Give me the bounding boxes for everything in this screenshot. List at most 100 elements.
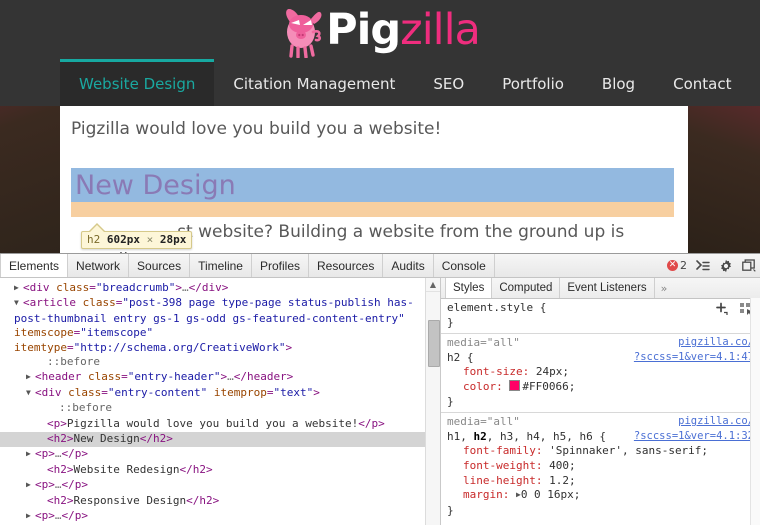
rule-origin-line[interactable]: ?sccss=1&ver=4.1:32 <box>634 430 754 443</box>
heading-new-design: New Design <box>75 172 236 199</box>
dom-tree[interactable]: ▶<div class="breadcrumb">…</div>▼<articl… <box>0 278 440 525</box>
tab-label: Audits <box>391 259 424 273</box>
collapsed-triangle-icon[interactable]: ▶ <box>14 281 23 295</box>
styles-tab-event-listeners[interactable]: Event Listeners <box>560 278 654 298</box>
dom-node-line[interactable]: <h2>Responsive Design</h2> <box>0 494 440 509</box>
dom-token: "entry-content" <box>108 386 207 399</box>
styles-tab-computed[interactable]: Computed <box>492 278 560 298</box>
nav-item-contact[interactable]: Contact <box>654 62 750 106</box>
tooltip-width: 602px <box>107 233 140 246</box>
nav-label: Blog <box>602 75 635 93</box>
property-value[interactable]: 0 0 16px; <box>521 488 581 501</box>
tab-resources[interactable]: Resources <box>309 254 383 277</box>
property-value[interactable]: 'Spinnaker', sans-serif; <box>549 444 708 457</box>
style-property[interactable]: margin: ▶0 0 16px; <box>447 488 754 504</box>
property-value[interactable]: #FF0066; <box>522 380 575 393</box>
dom-node-line[interactable]: <h2>Website Redesign</h2> <box>0 463 440 478</box>
style-rule[interactable]: element.style {} <box>441 299 760 333</box>
dock-window-icon[interactable] <box>742 259 756 272</box>
tab-audits[interactable]: Audits <box>383 254 433 277</box>
dom-token: "entry-header" <box>128 370 221 383</box>
tab-sources[interactable]: Sources <box>129 254 190 277</box>
dom-node-line[interactable]: ▶<p>…</p> <box>0 478 440 493</box>
collapsed-triangle-icon[interactable]: ▶ <box>26 478 35 492</box>
tab-timeline[interactable]: Timeline <box>190 254 252 277</box>
tab-elements[interactable]: Elements <box>0 254 68 277</box>
site-logo[interactable]: Pigzilla <box>0 4 760 60</box>
style-property[interactable]: font-family: 'Spinnaker', sans-serif; <box>447 444 754 459</box>
dom-tree-scrollbar[interactable]: ▲ <box>425 278 440 525</box>
style-property[interactable]: font-size: 24px; <box>447 365 754 380</box>
nav-item-blog[interactable]: Blog <box>583 62 654 106</box>
rule-selector[interactable]: element.style { <box>447 301 546 316</box>
tab-network[interactable]: Network <box>68 254 129 277</box>
nav-label: Website Design <box>79 75 195 93</box>
dom-token: = <box>121 370 128 383</box>
tab-console[interactable]: Console <box>434 254 495 277</box>
nav-label: Contact <box>673 75 731 93</box>
devtools-toolbar: Elements Network Sources Timeline Profil… <box>0 254 760 278</box>
dom-node-line[interactable]: ::before <box>0 355 440 370</box>
dom-token: <p> <box>47 417 67 430</box>
site-header: Pigzilla Website Design Citation Managem… <box>0 0 760 106</box>
nav-item-website-design[interactable]: Website Design <box>60 59 214 106</box>
style-property[interactable]: font-weight: 400; <box>447 459 754 474</box>
error-count-badge[interactable]: ✕ 2 <box>667 259 687 272</box>
intro-paragraph: Pigzilla would love you build you a webs… <box>71 116 674 142</box>
scroll-up-arrow[interactable]: ▲ <box>426 278 440 292</box>
dom-token: Responsive Design <box>74 494 187 507</box>
style-rule[interactable]: media="all"pigzilla.co/h2 {?sccss=1&ver=… <box>441 333 760 412</box>
collapsed-triangle-icon[interactable]: ▶ <box>26 447 35 461</box>
dom-node-line[interactable]: ▶<p>…</p> <box>0 509 440 524</box>
nav-label: Citation Management <box>233 75 395 93</box>
property-value[interactable]: 400; <box>549 459 576 472</box>
collapsed-triangle-icon[interactable]: ▶ <box>26 370 35 384</box>
styles-tab-strip: Styles Computed Event Listeners » <box>441 278 760 299</box>
property-name: font-size: <box>463 365 529 378</box>
rule-selector[interactable]: h1, h2, h3, h4, h5, h6 { <box>447 430 606 445</box>
nav-label: SEO <box>433 75 464 93</box>
property-value[interactable]: 1.2; <box>549 474 576 487</box>
dom-token: > <box>175 281 182 294</box>
dom-token: … <box>182 281 189 294</box>
styles-scrollbar[interactable] <box>750 298 760 525</box>
rule-selector[interactable]: h2 { <box>447 351 474 366</box>
nav-item-citation-management[interactable]: Citation Management <box>214 62 414 106</box>
styles-tab-styles[interactable]: Styles <box>445 278 492 298</box>
dom-token: = <box>89 281 96 294</box>
expand-shorthand-icon[interactable]: ▶ <box>516 488 521 503</box>
styles-tabs-overflow[interactable]: » <box>655 278 674 298</box>
dom-node-line[interactable]: ::before <box>0 401 440 416</box>
dom-node-line[interactable]: ▶<div class="breadcrumb">…</div> <box>0 281 440 296</box>
style-property[interactable]: color: #FF0066; <box>447 380 754 395</box>
rule-origin-link[interactable]: pigzilla.co/ <box>678 336 754 349</box>
rule-origin-line[interactable]: ?sccss=1&ver=4.1:47 <box>634 351 754 364</box>
tab-profiles[interactable]: Profiles <box>252 254 309 277</box>
expanded-triangle-icon[interactable]: ▼ <box>14 296 23 310</box>
dom-node-line[interactable]: ▶<header class="entry-header">…</header> <box>0 370 440 385</box>
console-drawer-icon[interactable] <box>696 260 710 272</box>
color-swatch[interactable] <box>509 380 520 391</box>
dom-token: Pigzilla would love you build you a webs… <box>67 417 358 430</box>
highlight-content-box: New Design <box>71 168 674 202</box>
dom-node-line[interactable]: <p>Pigzilla would love you build you a w… <box>0 417 440 432</box>
gear-icon[interactable] <box>719 259 733 273</box>
expanded-triangle-icon[interactable]: ▼ <box>26 386 35 400</box>
rule-origin-link[interactable]: pigzilla.co/ <box>678 415 754 428</box>
property-value[interactable]: 24px; <box>536 365 569 378</box>
styles-rules-list[interactable]: element.style {}media="all"pigzilla.co/h… <box>441 299 760 521</box>
collapsed-triangle-icon[interactable]: ▶ <box>26 509 35 523</box>
dom-node-line[interactable]: ▼<article class="post-398 page type-page… <box>0 296 440 355</box>
dom-token: New Design <box>74 432 140 445</box>
scrollbar-thumb[interactable] <box>428 320 440 367</box>
dom-node-line[interactable]: ▶<p>…</p> <box>0 447 440 462</box>
style-rule[interactable]: media="all"pigzilla.co/h1, h2, h3, h4, h… <box>441 412 760 521</box>
nav-item-portfolio[interactable]: Portfolio <box>483 62 583 106</box>
error-count: 2 <box>680 259 687 272</box>
dom-node-line[interactable]: ▼<div class="entry-content" itemprop="te… <box>0 386 440 401</box>
rule-close-brace: } <box>447 316 754 331</box>
style-property[interactable]: line-height: 1.2; <box>447 474 754 489</box>
dom-node-line[interactable]: <h2>New Design</h2> <box>0 432 440 447</box>
nav-item-seo[interactable]: SEO <box>414 62 483 106</box>
dom-token: class <box>88 370 121 383</box>
